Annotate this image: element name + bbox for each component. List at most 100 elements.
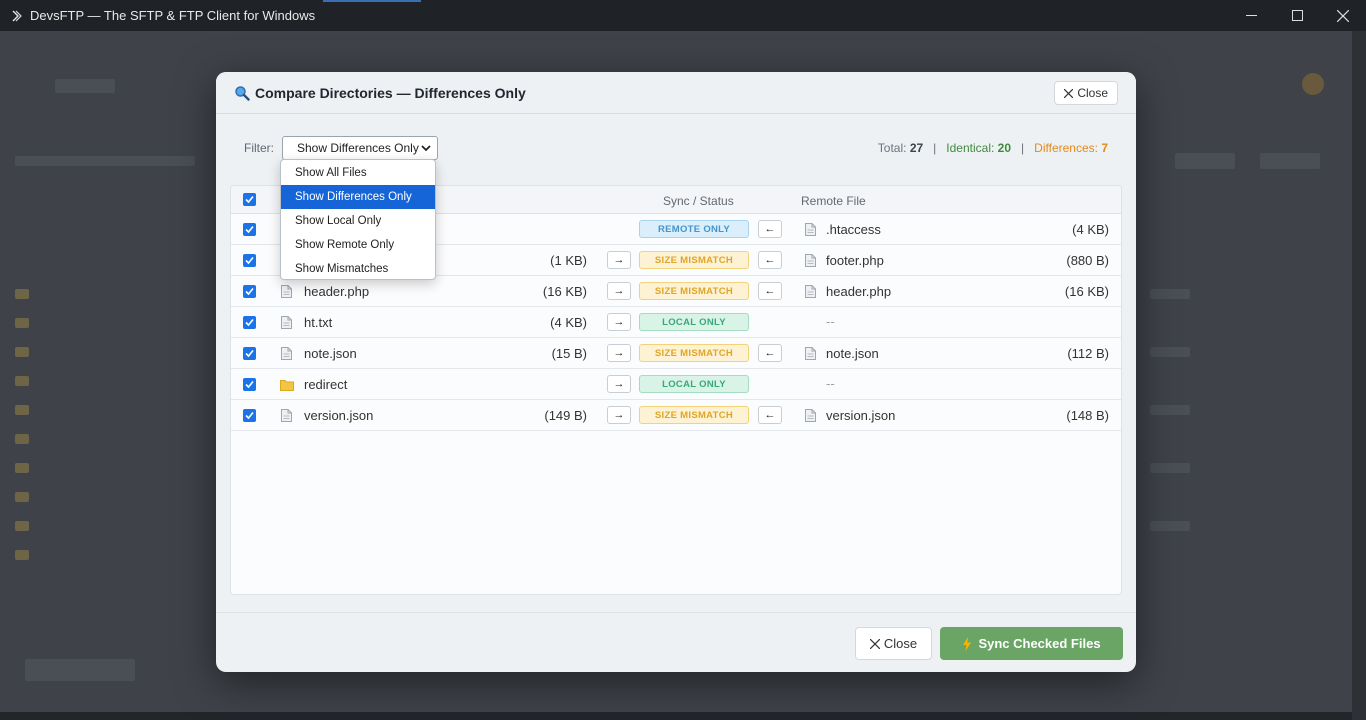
select-all-checkbox[interactable] [243,193,256,206]
column-remote-file: Remote File [801,194,866,208]
remote-file-size: (112 B) [1067,346,1109,361]
status-badge: LOCAL ONLY [639,313,749,331]
local-file-name: version.json [304,408,374,423]
window-titlebar: DevsFTP — The SFTP & FTP Client for Wind… [0,0,1366,31]
minimize-button[interactable] [1228,0,1274,31]
bg-logo [55,79,115,93]
row-checkbox[interactable] [243,254,256,267]
file-icon [281,285,292,298]
bg-folder-5 [15,405,29,415]
bg-status-btn [25,659,135,681]
local-file-name: header.php [304,284,370,299]
local-file-name: note.json [304,346,357,361]
table-row[interactable]: ht.txt (4 KB) → LOCAL ONLY -- [231,307,1121,338]
folder-icon [280,379,294,392]
window-close-button[interactable] [1320,0,1366,31]
download-arrow-button[interactable]: ← [758,282,782,300]
active-tab-indicator [323,0,421,2]
close-icon [1337,9,1349,22]
window-bottom-edge [0,712,1352,720]
upload-arrow-button[interactable]: → [607,282,631,300]
local-file-size: (1 KB) [550,253,587,268]
arrow-left-icon: ← [764,347,776,359]
chevron-down-icon [421,145,431,152]
stat-separator-2: | [1021,141,1025,155]
minimize-icon [1245,15,1257,16]
comparison-stats: Total: 27 | Identical: 20 | Differences:… [878,141,1108,155]
filter-label: Filter: [244,141,274,155]
bg-folder-3 [15,347,29,357]
row-checkbox[interactable] [243,409,256,422]
download-arrow-button[interactable]: ← [758,251,782,269]
filter-select[interactable]: Show Differences Only [282,136,438,160]
bg-avatar [1302,73,1324,95]
row-checkbox[interactable] [243,285,256,298]
table-row[interactable]: redirect → LOCAL ONLY -- [231,369,1121,400]
bg-cell-2 [1150,347,1190,357]
stat-separator: | [933,141,937,155]
arrow-right-icon: → [613,254,625,266]
close-button-label: Close [883,636,918,651]
bg-folder-10 [15,550,29,560]
row-checkbox[interactable] [243,378,256,391]
row-checkbox[interactable] [243,316,256,329]
remote-file-missing: -- [826,376,835,391]
close-icon [1064,88,1074,98]
row-checkbox[interactable] [243,223,256,236]
filter-selected-value: Show Differences Only [297,141,419,155]
bg-folder-2 [15,318,29,328]
close-button[interactable]: Close [855,627,932,660]
upload-arrow-button[interactable]: → [607,375,631,393]
file-icon [805,409,816,422]
close-icon [869,638,880,649]
stat-total: Total: 27 [877,141,924,155]
download-arrow-button[interactable]: ← [758,406,782,424]
remote-file-missing: -- [826,314,835,329]
table-row[interactable]: version.json (149 B) → SIZE MISMATCH ← versio… [231,400,1121,431]
bg-toolbar [15,156,195,166]
remote-file-name: note.json [826,346,879,361]
bg-folder-9 [15,521,29,531]
bg-button [1175,153,1235,169]
dialog-close-label: Close [1077,86,1108,100]
maximize-button[interactable] [1274,0,1320,31]
app-logo-icon [10,9,24,23]
bg-cell-5 [1150,521,1190,531]
filter-option[interactable]: Show Local Only [281,209,435,233]
download-arrow-button[interactable]: ← [758,220,782,238]
upload-arrow-button[interactable]: → [607,251,631,269]
sync-button-label: Sync Checked Files [978,636,1101,651]
download-arrow-button[interactable]: ← [758,344,782,362]
remote-file-name: header.php [826,284,892,299]
local-file-size: (149 B) [544,408,587,423]
arrow-right-icon: → [613,316,625,328]
filter-option[interactable]: Show Remote Only [281,233,435,257]
table-row[interactable]: note.json (15 B) → SIZE MISMATCH ← note.json (… [231,338,1121,369]
remote-file-size: (148 B) [1066,408,1109,423]
filter-dropdown-list: Show All Files Show Differences Only Show … [280,159,436,280]
file-icon [281,347,292,360]
file-icon [281,316,292,329]
local-file-name: redirect [304,377,348,392]
filter-option[interactable]: Show Differences Only [281,185,435,209]
window-right-edge [1352,31,1366,720]
local-file-size: (16 KB) [542,284,587,299]
row-checkbox[interactable] [243,347,256,360]
bg-folder-1 [15,289,29,299]
dialog-close-button[interactable]: Close [1054,81,1118,105]
local-file-name: ht.txt [304,315,333,330]
filter-option[interactable]: Show All Files [281,161,435,185]
file-icon [805,254,816,267]
upload-arrow-button[interactable]: → [607,313,631,331]
magnifier-icon [235,85,250,101]
upload-arrow-button[interactable]: → [607,406,631,424]
filter-option[interactable]: Show Mismatches [281,257,435,281]
arrow-left-icon: ← [764,223,776,235]
bg-folder-6 [15,434,29,444]
status-badge: REMOTE ONLY [639,220,749,238]
bg-folder-4 [15,376,29,386]
sync-checked-files-button[interactable]: Sync Checked Files [940,627,1123,660]
upload-arrow-button[interactable]: → [607,344,631,362]
arrow-left-icon: ← [764,254,776,266]
file-icon [805,223,816,236]
